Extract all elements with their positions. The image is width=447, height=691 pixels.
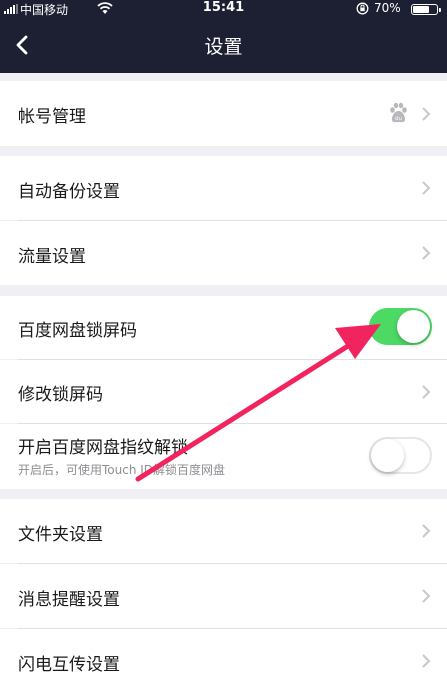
setting-row-notify[interactable]: 消息提醒设置 (0, 564, 447, 628)
setting-label: 开启百度网盘指纹解锁 (18, 438, 188, 458)
setting-row-folder[interactable]: 文件夹设置 (0, 499, 447, 563)
chevron-right-icon (422, 181, 431, 195)
rotation-lock-icon (356, 2, 369, 15)
baidu-paw-icon: du (390, 102, 407, 123)
chevron-right-icon (422, 524, 431, 538)
fingerprint-toggle[interactable] (369, 437, 432, 474)
battery-percent: 70% (374, 1, 401, 15)
setting-row-auto-backup[interactable]: 自动备份设置 (0, 156, 447, 220)
setting-label: 修改锁屏码 (18, 385, 103, 405)
page-title: 设置 (204, 36, 243, 58)
setting-label: 自动备份设置 (18, 182, 120, 202)
setting-row-transfer[interactable]: 闪电互传设置 (0, 629, 447, 691)
toggle-knob (397, 310, 430, 343)
chevron-right-icon (422, 654, 431, 668)
chevron-right-icon (422, 589, 431, 603)
battery-icon (411, 4, 441, 15)
svg-text:du: du (395, 116, 402, 122)
setting-label: 百度网盘锁屏码 (18, 321, 137, 341)
setting-row-account[interactable]: 帐号管理 (0, 81, 447, 146)
setting-label: 闪电互传设置 (18, 655, 120, 675)
setting-description: 开启后，可使用Touch ID解锁百度网盘 (18, 463, 226, 477)
chevron-right-icon (422, 246, 431, 260)
chevron-right-icon (422, 385, 431, 399)
setting-label: 流量设置 (18, 247, 86, 267)
nav-bar: 设置 (0, 18, 447, 73)
setting-label: 文件夹设置 (18, 525, 103, 545)
status-bar: 中国移动 15:41 70% (0, 0, 447, 18)
setting-label: 帐号管理 (18, 107, 86, 127)
setting-label: 消息提醒设置 (18, 590, 120, 610)
setting-row-fingerprint: 开启百度网盘指纹解锁 开启后，可使用Touch ID解锁百度网盘 (0, 424, 447, 489)
setting-row-traffic[interactable]: 流量设置 (0, 221, 447, 285)
setting-row-change-lock[interactable]: 修改锁屏码 (0, 360, 447, 423)
chevron-right-icon (422, 107, 431, 121)
lock-screen-toggle[interactable] (369, 308, 432, 345)
toggle-knob (371, 439, 404, 472)
setting-row-lock-screen: 百度网盘锁屏码 (0, 296, 447, 359)
